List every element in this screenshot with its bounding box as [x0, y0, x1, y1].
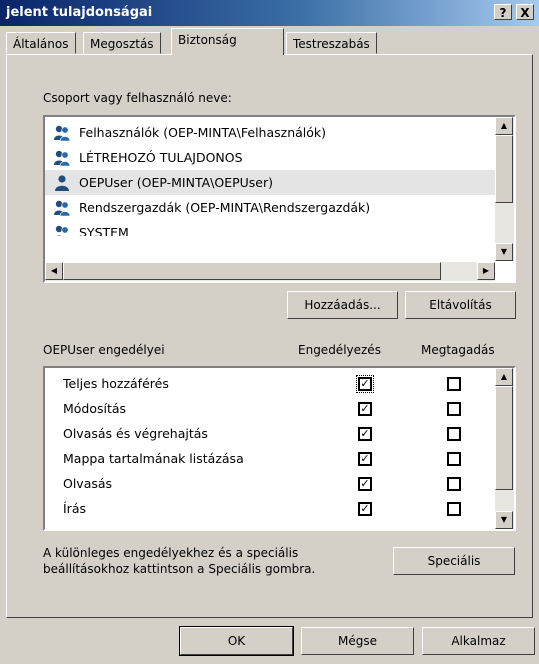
scroll-up-icon[interactable]: ▲	[495, 117, 513, 135]
allow-column-header: Engedélyezés	[298, 343, 381, 357]
permission-name: Mappa tartalmának listázása	[63, 451, 244, 466]
allow-checkbox[interactable]: ✓	[358, 427, 372, 441]
list-item-label: Rendszergazdák (OEP-MINTA\Rendszergazdák…	[79, 200, 371, 215]
scroll-up-icon[interactable]: ▲	[495, 368, 513, 386]
users-group-icon	[54, 200, 71, 217]
advanced-info-text: A különleges engedélyekhez és a speciáli…	[43, 545, 363, 577]
deny-checkbox[interactable]	[447, 402, 461, 416]
cancel-button-label: Mégse	[338, 634, 377, 648]
permissions-label: OEPUser engedélyei	[43, 343, 165, 357]
list-item-label: OEPUser (OEP-MINTA\OEPUser)	[79, 175, 274, 190]
scroll-thumb[interactable]	[495, 135, 513, 203]
deny-checkbox[interactable]	[447, 452, 461, 466]
close-button[interactable]: X	[516, 4, 534, 20]
vertical-scrollbar[interactable]: ▲ ▼	[495, 368, 514, 529]
window-title: jelent tulajdonságai	[6, 5, 153, 20]
group-user-listbox[interactable]: Felhasználók (OEP-MINTA\Felhasználók) LÉ…	[43, 115, 516, 283]
tab-customize[interactable]: Testreszabás	[286, 32, 377, 54]
users-group-icon	[54, 150, 71, 167]
remove-button[interactable]: Eltávolítás	[405, 291, 516, 319]
deny-checkbox[interactable]	[447, 377, 461, 391]
list-item-label: SYSTEM	[79, 225, 129, 236]
list-item[interactable]: Rendszergazdák (OEP-MINTA\Rendszergazdák…	[45, 195, 495, 220]
allow-checkbox[interactable]: ✓	[358, 477, 372, 491]
scroll-thumb[interactable]	[495, 386, 513, 490]
vertical-scrollbar[interactable]: ▲ ▼	[495, 117, 514, 261]
permission-name: Olvasás és végrehajtás	[63, 426, 208, 441]
scroll-down-icon[interactable]: ▼	[495, 511, 513, 529]
scroll-thumb-horizontal[interactable]	[63, 262, 441, 280]
list-item[interactable]: LÉTREHOZÓ TULAJDONOS	[45, 145, 495, 170]
permissions-listbox[interactable]: Teljes hozzáférés Módosítás Olvasás és v…	[43, 366, 516, 531]
help-button[interactable]: ?	[494, 4, 512, 20]
allow-checkbox[interactable]: ✓	[356, 375, 374, 393]
permission-name: Teljes hozzáférés	[63, 376, 169, 391]
users-group-icon	[55, 225, 69, 236]
list-item-label: LÉTREHOZÓ TULAJDONOS	[79, 150, 243, 165]
list-item[interactable]: SYSTEM	[45, 220, 495, 236]
permission-name: Módosítás	[63, 401, 127, 416]
deny-checkbox[interactable]	[447, 427, 461, 441]
scroll-right-icon[interactable]: ▶	[477, 262, 495, 280]
deny-checkbox[interactable]	[447, 477, 461, 491]
list-item-selected[interactable]: OEPUser (OEP-MINTA\OEPUser)	[45, 170, 495, 195]
allow-checkbox[interactable]: ✓	[358, 402, 372, 416]
add-button-label: Hozzáadás...	[304, 298, 381, 312]
scroll-down-icon[interactable]: ▼	[495, 243, 513, 261]
deny-checkbox[interactable]	[447, 502, 461, 516]
advanced-info-line-2: beállításokhoz kattintson a Speciális go…	[43, 562, 316, 576]
tab-security[interactable]: Biztonság	[171, 28, 284, 55]
apply-button-label: Alkalmaz	[451, 634, 506, 648]
users-group-icon	[54, 125, 71, 142]
ok-button[interactable]: OK	[179, 626, 294, 656]
horizontal-scrollbar[interactable]: ◀ ▶	[45, 262, 495, 281]
add-button[interactable]: Hozzáadás...	[287, 291, 398, 319]
advanced-button-label: Speciális	[427, 554, 481, 568]
permission-name: Írás	[63, 501, 86, 516]
groups-label: Csoport vagy felhasználó neve:	[43, 91, 232, 105]
deny-column-header: Megtagadás	[421, 343, 495, 357]
apply-button[interactable]: Alkalmaz	[422, 627, 535, 655]
permission-name: Olvasás	[63, 476, 113, 491]
scroll-left-icon[interactable]: ◀	[45, 262, 63, 280]
list-item-label: Felhasználók (OEP-MINTA\Felhasználók)	[79, 125, 327, 140]
cancel-button[interactable]: Mégse	[301, 627, 414, 655]
user-icon	[55, 175, 69, 191]
advanced-button[interactable]: Speciális	[393, 547, 515, 575]
title-bar: jelent tulajdonságai ? X	[0, 0, 539, 26]
advanced-info-line-1: A különleges engedélyekhez és a speciáli…	[43, 546, 299, 560]
remove-button-label: Eltávolítás	[429, 298, 492, 312]
tab-general[interactable]: Általános	[6, 32, 76, 54]
ok-button-label: OK	[227, 634, 246, 648]
allow-checkbox[interactable]: ✓	[358, 452, 372, 466]
list-item[interactable]: Felhasználók (OEP-MINTA\Felhasználók)	[45, 120, 495, 145]
allow-checkbox[interactable]: ✓	[358, 502, 372, 516]
tab-sharing[interactable]: Megosztás	[83, 32, 161, 54]
